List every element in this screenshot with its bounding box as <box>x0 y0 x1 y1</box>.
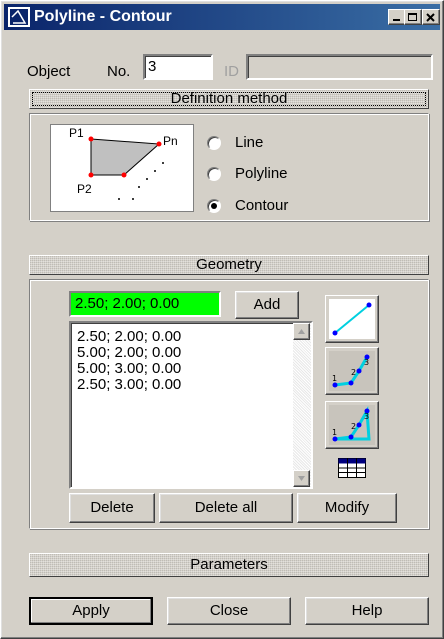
diagram-point-pn <box>156 141 162 147</box>
diagram-label-p1: P1 <box>69 126 84 140</box>
radio-contour-label: Contour <box>235 197 289 214</box>
modify-button[interactable]: Modify <box>297 493 397 523</box>
minimize-icon <box>393 19 400 21</box>
svg-text:3: 3 <box>364 412 369 421</box>
contour-tool-button[interactable]: 1 2 3 <box>325 401 379 449</box>
line-tool-icon <box>329 299 375 339</box>
id-field <box>246 54 433 80</box>
parameters-header[interactable]: Parameters <box>29 553 429 577</box>
number-label: No. <box>107 63 131 80</box>
id-label: ID <box>224 63 239 80</box>
points-list-scrollbar[interactable] <box>293 323 311 487</box>
delete-all-button[interactable]: Delete all <box>159 493 293 523</box>
list-item[interactable]: 2.50; 2.00; 0.00 <box>77 329 181 345</box>
close-window-button[interactable] <box>422 9 440 25</box>
scroll-up-button[interactable] <box>293 323 310 340</box>
diagram-label-p2: P2 <box>77 182 92 196</box>
points-list[interactable]: 2.50; 2.00; 0.00 5.00; 2.00; 0.00 5.00; … <box>69 321 313 489</box>
object-label: Object <box>27 63 71 80</box>
polyline-tool-icon: 1 2 3 <box>329 351 375 391</box>
dialog-window: Polyline - Contour Object No. 3 ID Defin… <box>0 0 444 639</box>
diagram-point <box>121 172 127 178</box>
delete-button[interactable]: Delete <box>69 493 155 523</box>
list-item[interactable]: 2.50; 3.00; 0.00 <box>77 377 181 393</box>
polyline-tool-button[interactable]: 1 2 3 <box>325 347 379 395</box>
svg-text:1: 1 <box>332 428 337 437</box>
definition-method-header[interactable]: Definition method <box>29 89 429 109</box>
title-bar[interactable]: Polyline - Contour <box>4 4 440 30</box>
svg-text:1: 1 <box>332 374 337 383</box>
line-tool-button[interactable] <box>325 295 379 343</box>
list-item[interactable]: 5.00; 2.00; 0.00 <box>77 345 181 361</box>
radio-line[interactable]: Line <box>207 134 327 152</box>
coordinate-input[interactable]: 2.50; 2.00; 0.00 <box>69 291 221 317</box>
radio-line-label: Line <box>235 134 264 151</box>
svg-text:2: 2 <box>351 422 356 431</box>
svg-text:3: 3 <box>364 358 369 367</box>
svg-text:2: 2 <box>351 368 356 377</box>
radio-contour[interactable]: Contour <box>207 197 327 215</box>
contour-tool-icon: 1 2 3 <box>329 405 375 445</box>
close-icon <box>426 13 435 22</box>
table-icon[interactable] <box>337 457 367 479</box>
list-item[interactable]: 5.00; 3.00; 0.00 <box>77 361 181 377</box>
scroll-up-icon <box>298 329 305 334</box>
radio-line-button[interactable] <box>207 136 221 150</box>
diagram-label-pn: Pn <box>163 134 178 148</box>
diagram-point-p2 <box>88 172 94 178</box>
radio-polyline[interactable]: Polyline <box>207 165 327 183</box>
add-button[interactable]: Add <box>235 291 299 319</box>
polyline-app-icon <box>8 7 30 27</box>
contour-diagram: P1 Pn P2 <box>50 124 194 212</box>
geometry-header[interactable]: Geometry <box>29 255 429 275</box>
maximize-icon <box>408 13 417 21</box>
help-button[interactable]: Help <box>305 597 429 625</box>
scroll-down-button[interactable] <box>293 470 310 487</box>
scroll-down-icon <box>298 476 305 481</box>
diagram-point-p1 <box>88 136 94 142</box>
definition-method-group: P1 Pn P2 Line Polyline Contour <box>29 113 429 221</box>
object-number-field[interactable]: 3 <box>143 54 213 80</box>
close-button[interactable]: Close <box>167 597 291 625</box>
radio-contour-button[interactable] <box>207 199 221 213</box>
radio-polyline-label: Polyline <box>235 165 288 182</box>
radio-polyline-button[interactable] <box>207 167 221 181</box>
maximize-button[interactable] <box>404 9 422 25</box>
apply-button[interactable]: Apply <box>29 597 153 625</box>
window-title: Polyline - Contour <box>34 8 172 25</box>
